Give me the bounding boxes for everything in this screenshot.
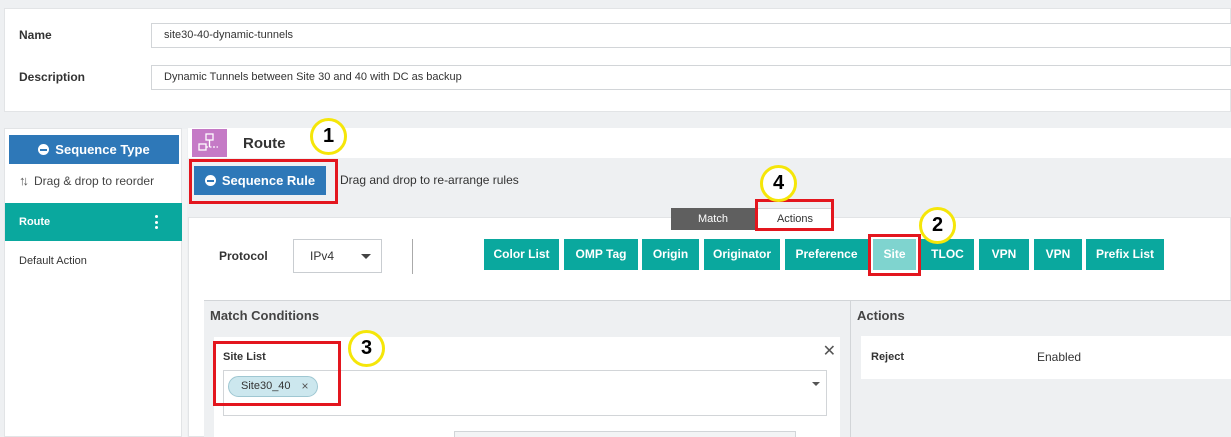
condition-input-partial[interactable] <box>454 431 796 437</box>
route-icon <box>192 129 227 157</box>
match-option-omp-tag[interactable]: OMP Tag <box>564 239 638 270</box>
match-option-tloc[interactable]: TLOC <box>921 239 974 270</box>
rule-drag-hint: Drag and drop to re-arrange rules <box>340 173 519 187</box>
step-marker-4: 4 <box>760 165 797 202</box>
sequence-rule-bar: Sequence Rule Drag and drop to re-arrang… <box>188 158 1231 202</box>
protocol-label: Protocol <box>219 249 268 263</box>
protocol-value: IPv4 <box>310 249 335 263</box>
sequence-type-label: Sequence Type <box>55 142 150 157</box>
step-marker-1: 1 <box>310 118 347 155</box>
protocol-select[interactable]: IPv4 <box>293 239 382 273</box>
chevron-down-icon[interactable] <box>812 382 820 386</box>
action-row-reject: Reject Enabled <box>861 336 1231 379</box>
chevron-down-icon <box>361 254 371 259</box>
sidebar-item-label: Route <box>19 216 51 228</box>
tab-match[interactable]: Match <box>671 208 755 230</box>
close-icon[interactable]: ✕ <box>823 341 836 361</box>
match-option-vpn[interactable]: VPN <box>979 239 1029 270</box>
minus-circle-icon <box>38 144 50 155</box>
reorder-hint: ↑↓ Drag & drop to reorder <box>19 173 154 188</box>
match-option-prefix-list[interactable]: Prefix List <box>1086 239 1164 270</box>
step-marker-2: 2 <box>919 207 956 244</box>
action-value: Enabled <box>1037 350 1082 364</box>
match-option-vpn-2[interactable]: VPN <box>1034 239 1082 270</box>
sidebar-item-default-action[interactable]: Default Action <box>19 255 87 267</box>
description-field[interactable]: Dynamic Tunnels between Site 30 and 40 w… <box>151 65 1231 90</box>
step-marker-3: 3 <box>348 330 385 367</box>
match-conditions-title: Match Conditions <box>210 308 320 323</box>
match-option-originator[interactable]: Originator <box>704 239 780 270</box>
actions-panel: Actions Reject Enabled <box>850 300 1231 437</box>
match-option-preference[interactable]: Preference <box>785 239 868 270</box>
sidebar-item-route[interactable]: Route <box>5 203 183 241</box>
kebab-menu-icon[interactable] <box>155 215 159 229</box>
policy-details-panel: Name site30-40-dynamic-tunnels Descripti… <box>4 8 1231 112</box>
highlight-actions-tab <box>755 199 834 231</box>
description-label: Description <box>19 70 86 84</box>
reorder-hint-text: Drag & drop to reorder <box>34 173 155 188</box>
reorder-arrows-icon: ↑↓ <box>19 173 29 188</box>
sequence-sidebar: Sequence Type ↑↓ Drag & drop to reorder … <box>4 128 187 437</box>
action-label: Reject <box>871 351 905 363</box>
divider <box>412 239 413 274</box>
actions-title: Actions <box>857 308 905 323</box>
name-field[interactable]: site30-40-dynamic-tunnels <box>151 23 1231 48</box>
route-title: Route <box>243 135 286 152</box>
name-label: Name <box>19 28 52 42</box>
highlight-site-list <box>213 341 341 406</box>
sequence-type-button[interactable]: Sequence Type <box>9 135 179 164</box>
match-option-origin[interactable]: Origin <box>642 239 699 270</box>
highlight-sequence-rule <box>189 159 338 204</box>
rule-editor-panel: Match Actions Protocol IPv4 Color List O… <box>188 208 1231 437</box>
match-option-color-list[interactable]: Color List <box>484 239 559 270</box>
sidebar-scrollbar[interactable] <box>182 129 187 437</box>
highlight-site-button <box>868 234 921 276</box>
